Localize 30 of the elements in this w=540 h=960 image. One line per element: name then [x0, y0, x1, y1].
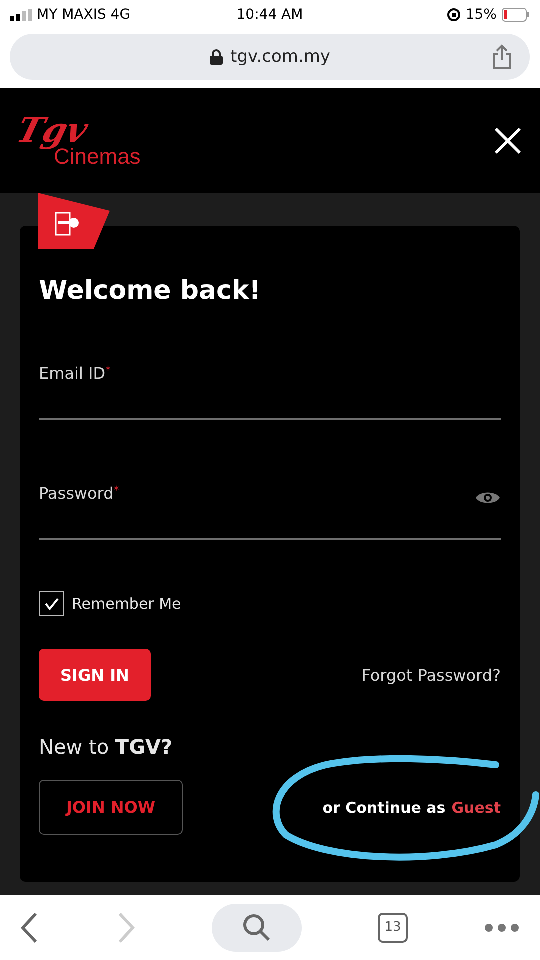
battery-percent: 15% [466, 7, 497, 23]
eye-icon[interactable] [475, 490, 501, 506]
rotation-lock-icon [446, 8, 461, 22]
clock-time: 10:44 AM [236, 7, 304, 23]
remember-checkbox[interactable] [39, 591, 64, 616]
door-key-icon [38, 193, 110, 249]
new-member-text: New to TGV? [39, 735, 174, 759]
check-icon [44, 596, 60, 610]
join-now-button[interactable]: JOIN NOW [39, 780, 183, 835]
remember-label: Remember Me [72, 594, 182, 612]
more-icon[interactable] [484, 922, 520, 932]
battery-icon [502, 8, 530, 22]
carrier-name: MY MAXIS 4G [37, 7, 131, 23]
search-icon [242, 912, 272, 942]
guest-link[interactable]: Guest [452, 798, 501, 816]
signal-icon [10, 9, 32, 21]
lock-icon [210, 49, 223, 65]
logo[interactable]: Tgv Cinemas [18, 114, 141, 168]
close-icon[interactable] [494, 126, 522, 154]
search-button[interactable] [212, 904, 302, 952]
forgot-password-link[interactable]: Forgot Password? [362, 666, 501, 684]
sign-in-button[interactable]: SIGN IN [39, 649, 151, 701]
back-icon[interactable] [20, 912, 40, 944]
tabs-button[interactable]: 13 [378, 912, 408, 942]
guest-text: or Continue as Guest [322, 798, 501, 816]
address-bar[interactable]: tgv.com.my [10, 34, 530, 80]
password-field[interactable]: Password* [39, 484, 501, 540]
share-icon[interactable] [492, 44, 512, 70]
email-field[interactable]: Email ID* [39, 364, 501, 420]
welcome-heading: Welcome back! [39, 276, 262, 306]
